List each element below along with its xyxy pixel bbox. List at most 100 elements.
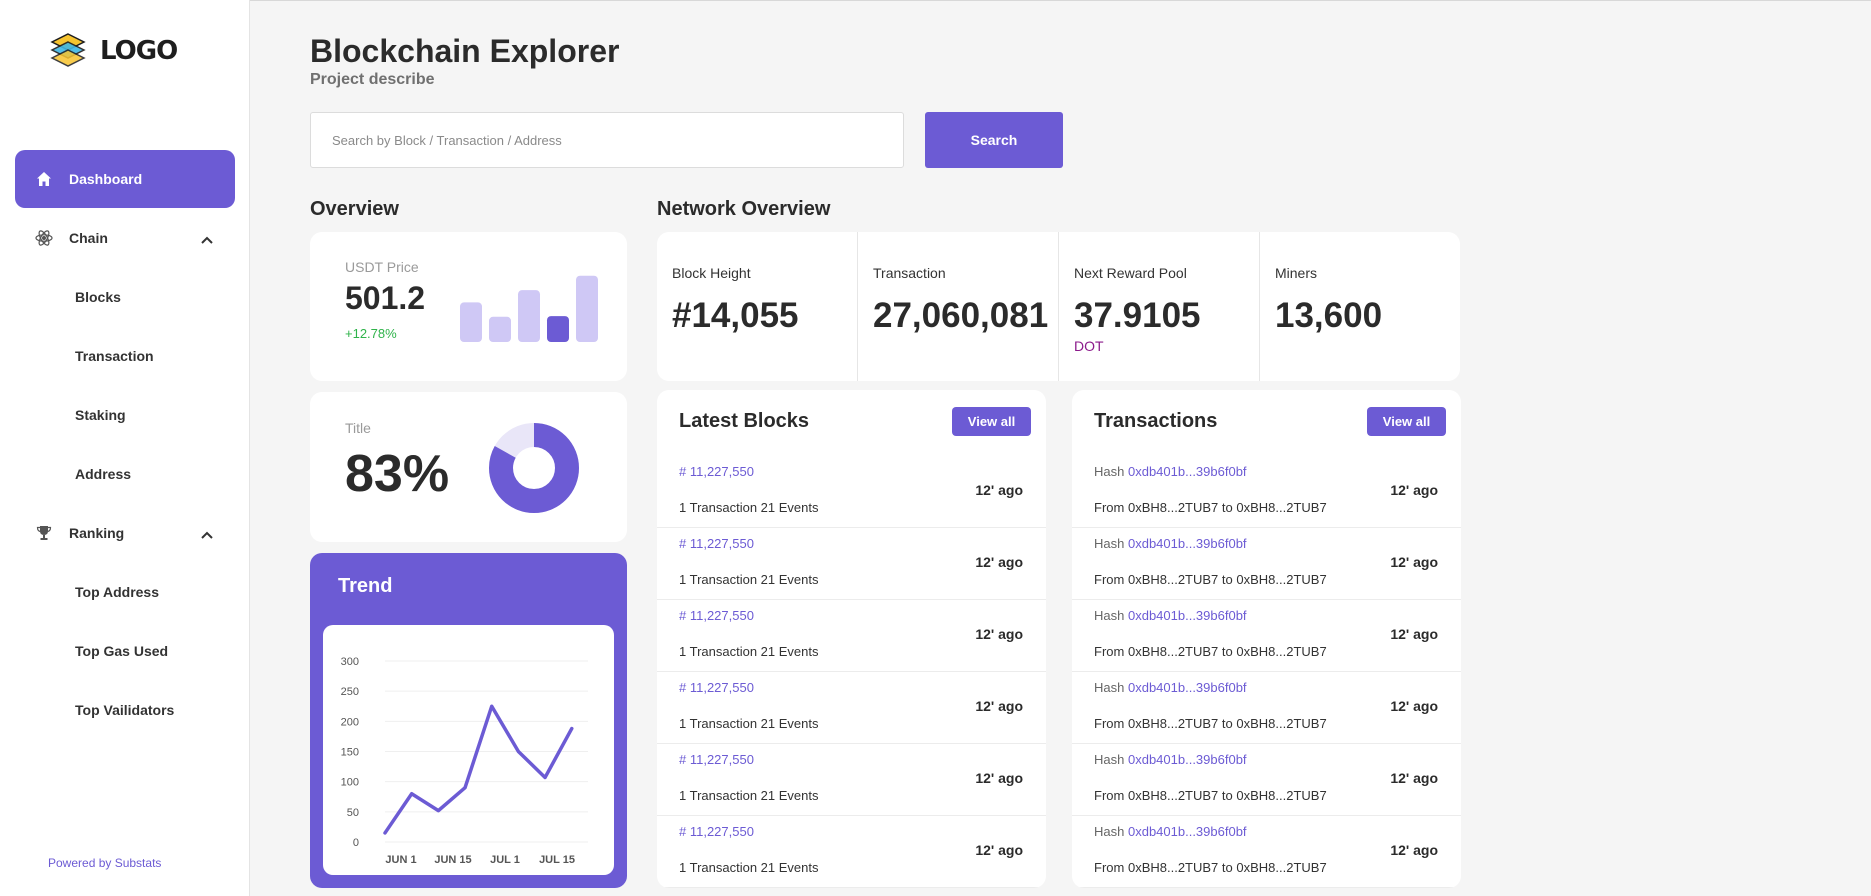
progress-label: Title [345, 420, 371, 436]
block-row[interactable]: # 11,227,550 1 Transaction 21 Events 12'… [657, 816, 1046, 888]
block-time: 12' ago [975, 770, 1023, 786]
y-tick-label: 250 [341, 686, 359, 698]
block-detail: 1 Transaction 21 Events [679, 644, 819, 659]
tx-hash-link[interactable]: 0xdb401b...39b6f0bf [1128, 824, 1247, 839]
tx-hash-link[interactable]: 0xdb401b...39b6f0bf [1128, 680, 1247, 695]
chevron-up-icon[interactable] [201, 526, 213, 542]
stat-label: Miners [1275, 265, 1318, 281]
mini-bar [489, 316, 511, 342]
powered-by-link[interactable]: Powered by Substats [48, 856, 161, 870]
transaction-row[interactable]: Hash 0xdb401b...39b6f0bf From 0xBH8...2T… [1072, 528, 1461, 600]
block-row[interactable]: # 11,227,550 1 Transaction 21 Events 12'… [657, 456, 1046, 528]
block-detail: 1 Transaction 21 Events [679, 716, 819, 731]
tx-from-address[interactable]: 0xBH8...2TUB7 [1128, 788, 1218, 803]
y-tick-label: 50 [347, 807, 359, 819]
from-label: From [1094, 500, 1125, 515]
trend-point [490, 704, 494, 708]
sidebar-item-staking[interactable]: Staking [75, 407, 126, 423]
sidebar-item-address[interactable]: Address [75, 466, 131, 482]
transaction-row[interactable]: Hash 0xdb401b...39b6f0bf From 0xBH8...2T… [1072, 672, 1461, 744]
transaction-row[interactable]: Hash 0xdb401b...39b6f0bf From 0xBH8...2T… [1072, 744, 1461, 816]
tx-to-address[interactable]: 0xBH8...2TUB7 [1236, 572, 1326, 587]
trend-point [570, 727, 574, 731]
stat-unit: DOT [1074, 338, 1104, 354]
stat-value: 13,600 [1275, 296, 1383, 335]
mini-bar [576, 275, 598, 342]
tx-hash-link[interactable]: 0xdb401b...39b6f0bf [1128, 752, 1247, 767]
y-tick-label: 200 [341, 716, 359, 728]
trend-point [463, 786, 467, 790]
logo[interactable]: LOGO [48, 32, 178, 70]
atom-icon [35, 229, 53, 247]
tx-from-address[interactable]: 0xBH8...2TUB7 [1128, 572, 1218, 587]
top-border [0, 0, 1871, 1]
hash-label: Hash [1094, 680, 1125, 695]
transactions-card: Transactions View all Hash 0xdb401b...39… [1072, 390, 1461, 888]
from-label: From [1094, 860, 1125, 875]
block-detail: 1 Transaction 21 Events [679, 860, 819, 875]
block-number-link[interactable]: # 11,227,550 [679, 680, 754, 695]
latest-blocks-title: Latest Blocks [679, 410, 810, 432]
tx-to-address[interactable]: 0xBH8...2TUB7 [1236, 860, 1326, 875]
logo-text: LOGO [100, 36, 178, 66]
tx-from-address[interactable]: 0xBH8...2TUB7 [1128, 716, 1218, 731]
sidebar-item-dashboard[interactable]: Dashboard [15, 150, 235, 208]
tx-from-address[interactable]: 0xBH8...2TUB7 [1128, 644, 1218, 659]
stat-label: Transaction [873, 265, 946, 281]
sidebar-item-label: Dashboard [69, 171, 143, 187]
tx-from-address[interactable]: 0xBH8...2TUB7 [1128, 860, 1218, 875]
chevron-up-icon[interactable] [201, 231, 213, 247]
block-row[interactable]: # 11,227,550 1 Transaction 21 Events 12'… [657, 744, 1046, 816]
tx-to-address[interactable]: 0xBH8...2TUB7 [1236, 716, 1326, 731]
trend-line-chart: 0 50 100 150 200 250 300 JUN 1 JUN 15 JUL 1 JUL 15 [341, 656, 588, 866]
stat-value: #14,055 [672, 296, 799, 335]
sidebar-item-chain[interactable]: Chain [15, 209, 235, 267]
transaction-row[interactable]: Hash 0xdb401b...39b6f0bf From 0xBH8...2T… [1072, 456, 1461, 528]
usdt-price-change: +12.78% [345, 326, 397, 341]
transaction-row[interactable]: Hash 0xdb401b...39b6f0bf From 0xBH8...2T… [1072, 600, 1461, 672]
sidebar-item-top-address[interactable]: Top Address [75, 584, 159, 600]
sidebar-item-transaction[interactable]: Transaction [75, 348, 154, 364]
tx-time: 12' ago [1390, 842, 1438, 858]
block-time: 12' ago [975, 554, 1023, 570]
sidebar-item-top-validators[interactable]: Top Vailidators [75, 702, 174, 718]
tx-hash-link[interactable]: 0xdb401b...39b6f0bf [1128, 464, 1247, 479]
sidebar-item-ranking[interactable]: Ranking [15, 504, 235, 562]
tx-hash-link[interactable]: 0xdb401b...39b6f0bf [1128, 608, 1247, 623]
search-input[interactable] [310, 112, 904, 168]
block-row[interactable]: # 11,227,550 1 Transaction 21 Events 12'… [657, 528, 1046, 600]
block-number-link[interactable]: # 11,227,550 [679, 824, 754, 839]
search-button[interactable]: Search [925, 112, 1063, 168]
view-all-blocks-button[interactable]: View all [952, 407, 1031, 436]
tx-hash-link[interactable]: 0xdb401b...39b6f0bf [1128, 536, 1247, 551]
transactions-title: Transactions [1094, 410, 1218, 432]
hash-label: Hash [1094, 608, 1125, 623]
block-detail: 1 Transaction 21 Events [679, 500, 819, 515]
sidebar-item-blocks[interactable]: Blocks [75, 289, 121, 305]
page-subtitle: Project describe [310, 71, 435, 88]
tx-to-address[interactable]: 0xBH8...2TUB7 [1236, 644, 1326, 659]
hash-label: Hash [1094, 824, 1125, 839]
sidebar-item-top-gas-used[interactable]: Top Gas Used [75, 643, 168, 659]
from-label: From [1094, 644, 1125, 659]
transaction-row[interactable]: Hash 0xdb401b...39b6f0bf From 0xBH8...2T… [1072, 816, 1461, 888]
tx-to-address[interactable]: 0xBH8...2TUB7 [1236, 788, 1326, 803]
progress-value: 83% [345, 445, 450, 503]
tx-to-address[interactable]: 0xBH8...2TUB7 [1236, 500, 1326, 515]
block-detail: 1 Transaction 21 Events [679, 572, 819, 587]
home-icon [35, 170, 53, 188]
to-label: to [1221, 500, 1233, 515]
block-row[interactable]: # 11,227,550 1 Transaction 21 Events 12'… [657, 672, 1046, 744]
block-number-link[interactable]: # 11,227,550 [679, 536, 754, 551]
block-detail: 1 Transaction 21 Events [679, 788, 819, 803]
view-all-transactions-button[interactable]: View all [1367, 407, 1446, 436]
network-overview-title: Network Overview [657, 198, 831, 220]
tx-from-address[interactable]: 0xBH8...2TUB7 [1128, 500, 1218, 515]
overview-title: Overview [310, 198, 399, 220]
stat-miners: Miners 13,600 [1260, 232, 1460, 381]
block-number-link[interactable]: # 11,227,550 [679, 608, 754, 623]
to-label: to [1221, 572, 1233, 587]
block-number-link[interactable]: # 11,227,550 [679, 464, 754, 479]
block-row[interactable]: # 11,227,550 1 Transaction 21 Events 12'… [657, 600, 1046, 672]
block-number-link[interactable]: # 11,227,550 [679, 752, 754, 767]
